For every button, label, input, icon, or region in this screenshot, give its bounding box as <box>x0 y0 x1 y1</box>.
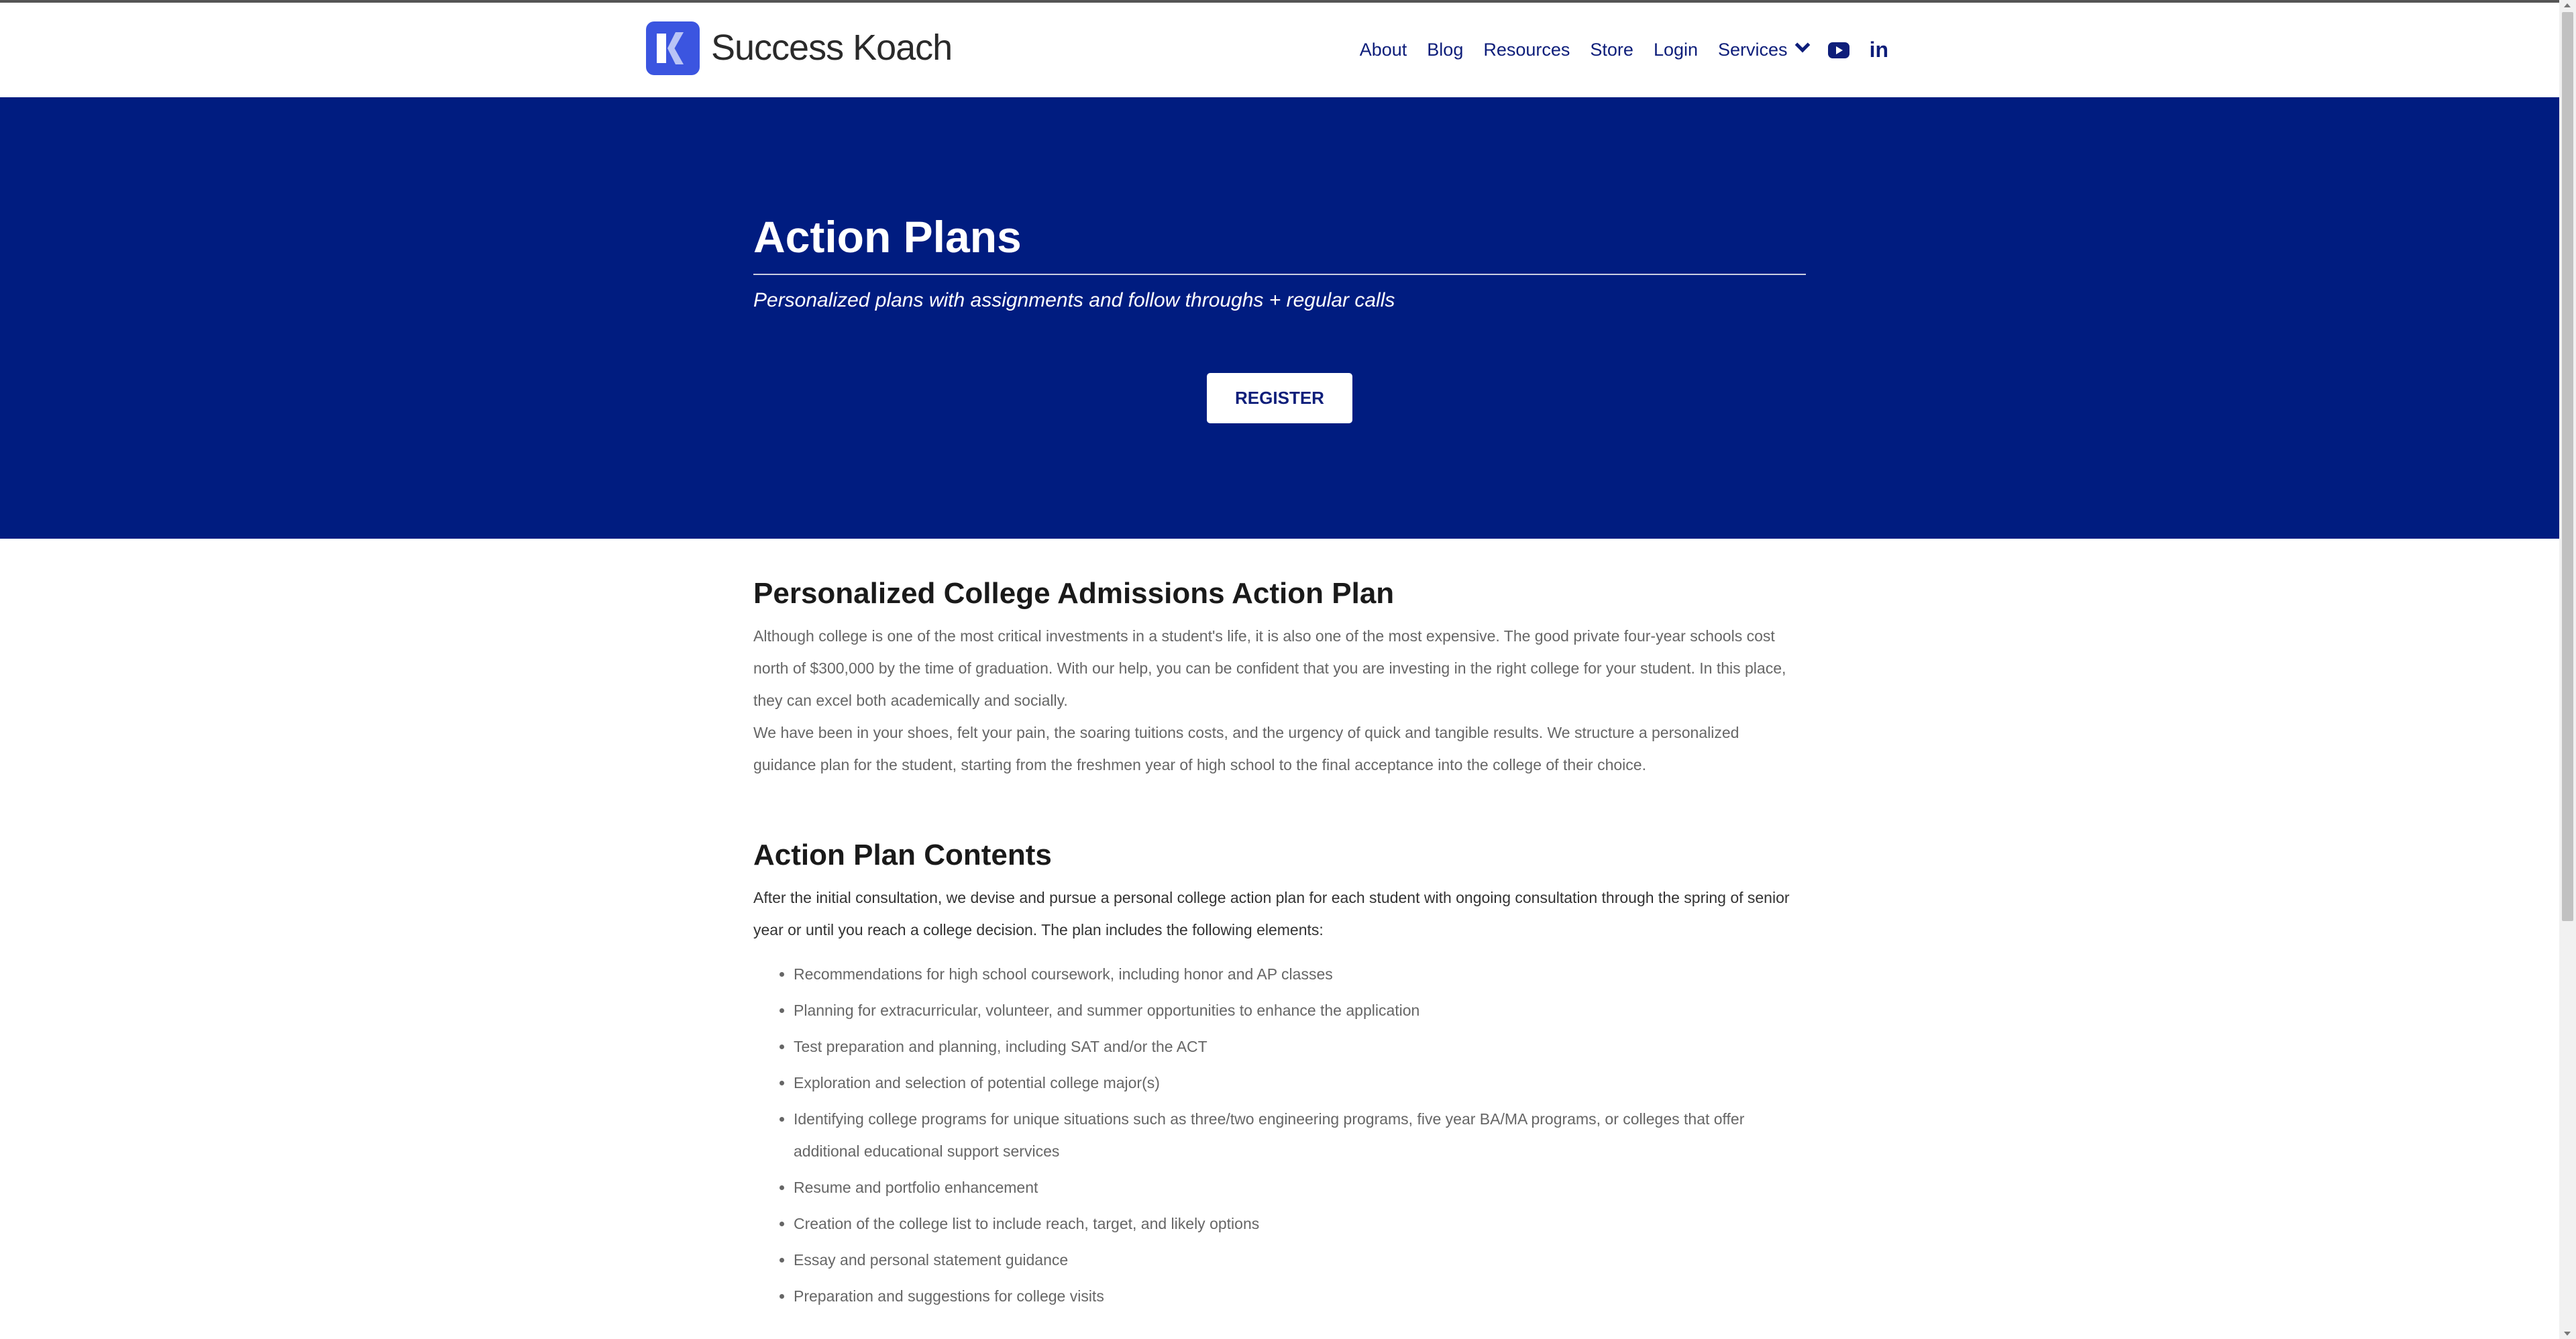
page-title: Action Plans <box>753 212 1022 262</box>
vertical-scrollbar[interactable] <box>2559 0 2576 1339</box>
main-nav: About Blog Resources Store Login Service… <box>1360 37 1888 62</box>
chevron-down-icon <box>1794 37 1810 53</box>
main-content: Personalized College Admissions Action P… <box>753 577 1806 1316</box>
list-item: Resume and portfolio enhancement <box>794 1171 1806 1203</box>
scrollbar-thumb[interactable] <box>2562 12 2573 921</box>
nav-store[interactable]: Store <box>1590 40 1633 60</box>
section-title-admissions: Personalized College Admissions Action P… <box>753 577 1395 610</box>
logo-icon[interactable] <box>646 21 700 75</box>
scroll-down-icon[interactable] <box>2564 1332 2571 1336</box>
page-subtitle: Personalized plans with assignments and … <box>753 289 1395 311</box>
scroll-up-icon[interactable] <box>2564 3 2571 7</box>
list-item: Identifying college programs for unique … <box>794 1103 1806 1167</box>
section-title-contents: Action Plan Contents <box>753 839 1052 871</box>
contents-intro: After the initial consultation, we devis… <box>753 889 1790 939</box>
list-item: Test preparation and planning, including… <box>794 1030 1806 1063</box>
brand-name[interactable]: Success Koach <box>711 27 953 68</box>
nav-blog[interactable]: Blog <box>1427 40 1463 60</box>
nav-services-label: Services <box>1718 40 1788 60</box>
list-item: Essay and personal statement guidance <box>794 1244 1806 1276</box>
linkedin-icon[interactable]: in <box>1870 38 1888 62</box>
register-button[interactable]: REGISTER <box>1207 373 1352 423</box>
title-divider <box>753 274 1806 275</box>
nav-resources[interactable]: Resources <box>1483 40 1570 60</box>
list-item: Planning for extracurricular, volunteer,… <box>794 994 1806 1026</box>
youtube-icon[interactable] <box>1827 42 1849 58</box>
nav-services[interactable]: Services <box>1718 37 1810 60</box>
contents-list: Recommendations for high school coursewo… <box>753 958 1806 1312</box>
list-item: Recommendations for high school coursewo… <box>794 958 1806 990</box>
nav-login[interactable]: Login <box>1654 40 1698 60</box>
paragraph: We have been in your shoes, felt your pa… <box>753 724 1739 773</box>
list-item: Creation of the college list to include … <box>794 1208 1806 1240</box>
list-item: Preparation and suggestions for college … <box>794 1280 1806 1312</box>
hero-banner: Action Plans Personalized plans with ass… <box>0 97 2559 539</box>
site-header: Success Koach About Blog Resources Store… <box>0 3 2559 97</box>
list-item: Exploration and selection of potential c… <box>794 1067 1806 1099</box>
nav-about[interactable]: About <box>1360 40 1407 60</box>
paragraph: Although college is one of the most crit… <box>753 627 1786 709</box>
